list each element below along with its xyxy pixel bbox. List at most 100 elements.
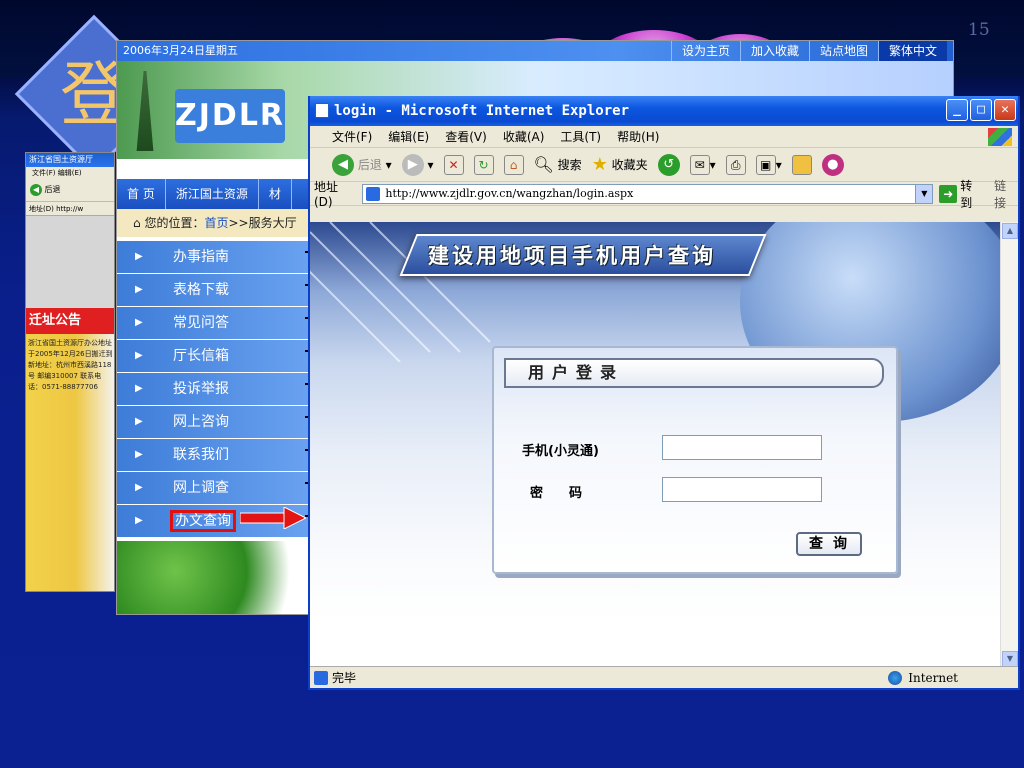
messenger-button[interactable]: ● (821, 153, 844, 176)
back-window-menu: 文件(F) 编辑(E) (26, 167, 114, 180)
address-input[interactable]: http://www.zjdlr.gov.cn/wangzhan/login.a… (362, 183, 934, 204)
back-window-address: 地址(D) http://w (26, 202, 114, 216)
folder-button[interactable] (791, 154, 812, 175)
close-icon[interactable]: ✕ (994, 99, 1016, 121)
back-arrow-icon[interactable]: ◀ (30, 184, 42, 196)
refresh-button[interactable]: ↻ (473, 154, 494, 175)
site-link-sitemap[interactable]: 站点地图 (808, 41, 878, 61)
page-icon (366, 186, 381, 201)
site-top-links: 设为主页 加入收藏 站点地图 繁体中文 (670, 41, 947, 61)
history-button[interactable]: ↺ (657, 153, 680, 176)
menu-view[interactable]: 查看(V) (445, 128, 487, 145)
messenger-icon: ● (821, 153, 844, 176)
back-window-title: 浙江省国土资源厅 (26, 153, 114, 167)
menu-help[interactable]: 帮助(H) (617, 128, 659, 145)
star-icon: ★ (591, 154, 608, 175)
leaves-image (117, 541, 311, 614)
back-browser-window: 浙江省国土资源厅 文件(F) 编辑(E) ◀ 后退 地址(D) http://w… (25, 152, 115, 592)
home-icon: ⌂ (133, 216, 141, 230)
menu-item-guide[interactable]: 办事指南 (117, 241, 311, 274)
menu-item-survey[interactable]: 网上调查 (117, 472, 311, 505)
site-link-favorite[interactable]: 加入收藏 (739, 41, 809, 61)
menu-item-complaint[interactable]: 投诉举报 (117, 373, 311, 406)
scroll-down-icon[interactable]: ▼ (1002, 651, 1018, 667)
site-link-homepage[interactable]: 设为主页 (670, 41, 740, 61)
search-icon: 🔍︎ (533, 155, 554, 174)
nav-more[interactable]: 材 (259, 179, 292, 209)
minimize-icon[interactable]: _ (946, 99, 968, 121)
back-arrow-icon: ◀ (332, 153, 354, 176)
ie-title: login - Microsoft Internet Explorer (334, 103, 630, 119)
notice-text: 浙江省国土资源厅办公地址于2005年12月26日搬迁到新地址：杭州市西溪路118… (28, 339, 113, 391)
address-label: 地址(D) (314, 180, 339, 209)
ie-menubar: 文件(F) 编辑(E) 查看(V) 收藏(A) 工具(T) 帮助(H) (310, 126, 1018, 148)
page-done-icon (314, 671, 328, 685)
password-input[interactable] (662, 477, 822, 502)
history-icon: ↺ (657, 153, 680, 176)
back-window-address-label: 地址(D) (29, 205, 54, 213)
nav-home[interactable]: 首 页 (117, 179, 166, 209)
site-logo[interactable]: ZJDLR (175, 89, 285, 143)
links-button[interactable]: 链接 (994, 177, 1018, 211)
back-window-address-value[interactable]: http://w (56, 205, 83, 213)
forward-button[interactable]: ▶ ▾ (401, 153, 434, 176)
ie-titlebar: login - Microsoft Internet Explorer _ □ … (310, 96, 1018, 126)
maximize-icon[interactable]: □ (970, 99, 992, 121)
home-icon: ⌂ (503, 154, 524, 175)
stop-icon: ✕ (443, 154, 464, 175)
edit-button[interactable]: ▣ ▾ (755, 154, 782, 175)
ie-statusbar: 完毕 Internet (310, 666, 1018, 688)
ie-window: login - Microsoft Internet Explorer _ □ … (308, 96, 1020, 690)
globe-icon (888, 671, 903, 685)
menu-item-consult[interactable]: 网上咨询 (117, 406, 311, 439)
nav-zhejiang-land[interactable]: 浙江国土资源 (166, 179, 259, 209)
go-button[interactable]: ➜ 转到 (939, 177, 984, 211)
menu-favorites[interactable]: 收藏(A) (503, 128, 545, 145)
go-arrow-icon: ➜ (939, 184, 958, 203)
home-button[interactable]: ⌂ (503, 154, 524, 175)
refresh-icon: ↻ (473, 154, 494, 175)
breadcrumb-home-link[interactable]: 首页 (204, 216, 228, 230)
back-button[interactable]: ◀ 后退 ▾ (332, 153, 392, 176)
phone-label: 手机(小灵通) (522, 444, 599, 459)
site-nav: 首 页 浙江国土资源 材 (117, 179, 317, 209)
menu-item-director-mailbox[interactable]: 厅长信箱 (117, 340, 311, 373)
menu-item-contact[interactable]: 联系我们 (117, 439, 311, 472)
menu-file[interactable]: 文件(F) (332, 128, 372, 145)
print-button[interactable]: ⎙ (725, 154, 746, 175)
service-menu: 办事指南 表格下载 常见问答 厅长信箱 投诉举报 网上咨询 联系我们 网上调查 … (117, 241, 311, 538)
breadcrumb: ⌂ 您的位置：首页>>服务大厅 (117, 209, 317, 237)
query-button[interactable]: 查询 (796, 532, 862, 556)
back-window-toolbar: ◀ 后退 (26, 180, 114, 202)
login-title: 用户登录 (504, 358, 884, 388)
ie-toolbar: ◀ 后退 ▾ ▶ ▾ ✕ ↻ ⌂ 🔍︎ 搜索 ★ 收藏夹 ↺ ✉ ▾ ⎙ ▣ ▾ ● (310, 148, 1018, 182)
favorites-button[interactable]: ★ 收藏夹 (592, 154, 648, 175)
menu-tools[interactable]: 工具(T) (560, 128, 601, 145)
search-button[interactable]: 🔍︎ 搜索 (534, 155, 582, 174)
vertical-scrollbar[interactable]: ▲ ▼ (1000, 222, 1018, 668)
status-text: 完毕 (332, 671, 357, 685)
breadcrumb-current: >>服务大厅 (228, 216, 297, 230)
menu-item-faq[interactable]: 常见问答 (117, 307, 311, 340)
site-date: 2006年3月24日星期五 (123, 44, 238, 57)
site-link-traditional[interactable]: 繁体中文 (877, 41, 947, 61)
menu-item-forms[interactable]: 表格下载 (117, 274, 311, 307)
page-content: 建设用地项目手机用户查询 用户登录 手机(小灵通) 密 码 查询 (310, 222, 1000, 668)
stop-button[interactable]: ✕ (443, 154, 464, 175)
scroll-up-icon[interactable]: ▲ (1002, 223, 1018, 239)
security-zone: Internet (886, 667, 958, 689)
password-label: 密 码 (530, 486, 583, 501)
ie-page-icon (315, 103, 329, 118)
relocation-notice: 迁址公告 浙江省国土资源厅办公地址于2005年12月26日搬迁到新地址：杭州市西… (26, 308, 114, 591)
forward-arrow-icon: ▶ (401, 153, 424, 176)
back-window-back-label[interactable]: 后退 (45, 185, 61, 194)
print-icon: ⎙ (725, 154, 746, 175)
notice-title: 迁址公告 (26, 308, 114, 334)
mail-icon: ✉ (689, 154, 710, 175)
red-arrow-icon (240, 507, 306, 529)
menu-edit[interactable]: 编辑(E) (388, 128, 429, 145)
chevron-down-icon[interactable]: ▼ (915, 184, 933, 203)
window-controls: _ □ ✕ (946, 99, 1016, 121)
phone-input[interactable] (662, 435, 822, 460)
mail-button[interactable]: ✉ ▾ (689, 154, 716, 175)
